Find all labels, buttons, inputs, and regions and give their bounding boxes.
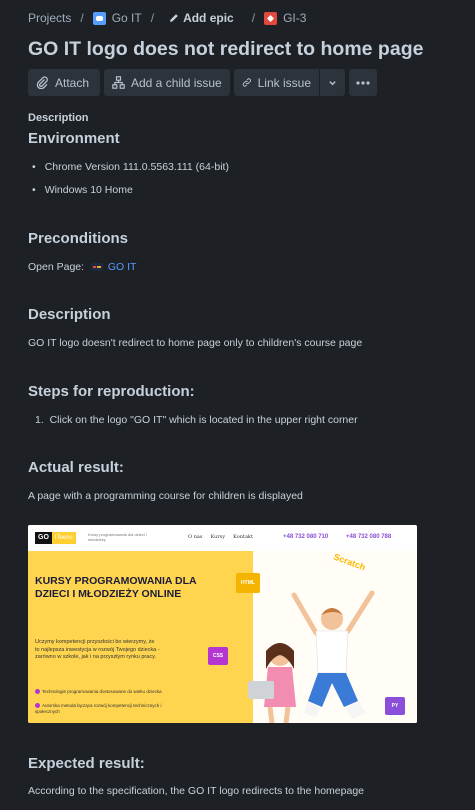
- site-menu-item: Kontakt: [233, 534, 253, 540]
- issue-toolbar: Attach Add a child issue Link issue: [28, 69, 381, 96]
- environment-item: Windows 10 Home: [32, 184, 133, 196]
- add-child-issue-button[interactable]: Add a child issue: [104, 69, 230, 96]
- description-field-label: Description: [28, 112, 89, 124]
- more-actions-button[interactable]: [349, 69, 377, 96]
- attached-screenshot[interactable]: GO ITeens Kursy programowania dla dzieci…: [28, 525, 417, 723]
- site-headline: KURSY PROGRAMOWANIA DLA DZIECI I MŁODZIE…: [35, 575, 197, 600]
- site-favicon-icon: [90, 263, 103, 272]
- site-menu: O nas Kursy Kontakt: [188, 534, 253, 540]
- chevron-down-icon: [329, 80, 336, 85]
- breadcrumb-separator: /: [150, 11, 155, 25]
- site-logo-kids: ITeens: [51, 532, 76, 544]
- expected-result-heading: Expected result:: [28, 755, 145, 772]
- more-horizontal-icon: [356, 80, 370, 85]
- site-menu-item: O nas: [188, 534, 203, 540]
- site-body-text: Uczymy kompetencji przyszłości bo wierzy…: [35, 639, 160, 660]
- add-epic-label: Add epic: [183, 11, 234, 25]
- add-epic-button[interactable]: Add epic: [169, 11, 234, 25]
- actual-result-heading: Actual result:: [28, 459, 124, 476]
- description-heading: Description: [28, 306, 111, 323]
- pencil-icon: [170, 14, 178, 22]
- preconditions-prefix: Open Page:: [28, 261, 85, 273]
- site-feature: Autorska metoda łącząca rozwój kompetenc…: [35, 703, 185, 714]
- hierarchy-icon: [112, 76, 125, 89]
- breadcrumb-separator: /: [251, 11, 256, 25]
- link-issue-group: Link issue: [234, 69, 345, 96]
- project-icon: [92, 11, 106, 25]
- preconditions-heading: Preconditions: [28, 230, 129, 247]
- link-icon: [242, 78, 251, 87]
- site-logo: GO ITeens: [35, 532, 76, 544]
- breadcrumb-issue-key[interactable]: GI-3: [283, 11, 306, 25]
- issue-title[interactable]: GO IT logo does not redirect to home pag…: [28, 38, 423, 61]
- environment-heading: Environment: [28, 130, 120, 147]
- link-issue-label: Link issue: [257, 75, 311, 90]
- link-issue-button[interactable]: Link issue: [234, 69, 319, 96]
- expected-result-text: According to the specification, the GO I…: [28, 785, 364, 797]
- attach-button[interactable]: Attach: [28, 69, 100, 96]
- breadcrumb-projects[interactable]: Projects: [28, 11, 71, 25]
- site-tagline: Kursy programowania dla dzieci i młodzie…: [88, 532, 147, 542]
- breadcrumb-project[interactable]: Go IT: [112, 11, 142, 25]
- goit-link[interactable]: GO IT: [108, 261, 137, 273]
- description-text: GO IT logo doesn't redirect to home page…: [28, 337, 363, 349]
- children-photo: [248, 590, 375, 723]
- link-issue-dropdown-button[interactable]: [319, 69, 345, 96]
- site-navbar: GO ITeens Kursy programowania dla dzieci…: [28, 525, 417, 551]
- site-phone: +48 732 080 710: [283, 534, 329, 540]
- paperclip-icon: [36, 76, 48, 89]
- breadcrumb-separator: /: [80, 11, 84, 25]
- step-text: Click on the logo "GO IT" which is locat…: [49, 414, 358, 426]
- add-child-issue-label: Add a child issue: [131, 75, 222, 90]
- step-item: 1. Click on the logo "GO IT" which is lo…: [35, 414, 358, 426]
- environment-item: Chrome Version 111.0.5563.111 (64-bit): [32, 161, 229, 173]
- steps-heading: Steps for reproduction:: [28, 383, 195, 400]
- actual-result-text: A page with a programming course for chi…: [28, 490, 303, 502]
- issue-type-icon: [264, 11, 278, 25]
- site-logo-go: GO: [35, 532, 52, 544]
- attach-label: Attach: [55, 75, 90, 90]
- site-phone: +48 732 080 788: [346, 534, 392, 540]
- site-feature: Technologie programowania dostosowane do…: [35, 689, 185, 695]
- preconditions-line: Open Page: GO IT: [28, 261, 136, 273]
- site-menu-item: Kursy: [210, 534, 226, 540]
- breadcrumb: Projects / Go IT / Add epic / GI-3: [28, 11, 306, 25]
